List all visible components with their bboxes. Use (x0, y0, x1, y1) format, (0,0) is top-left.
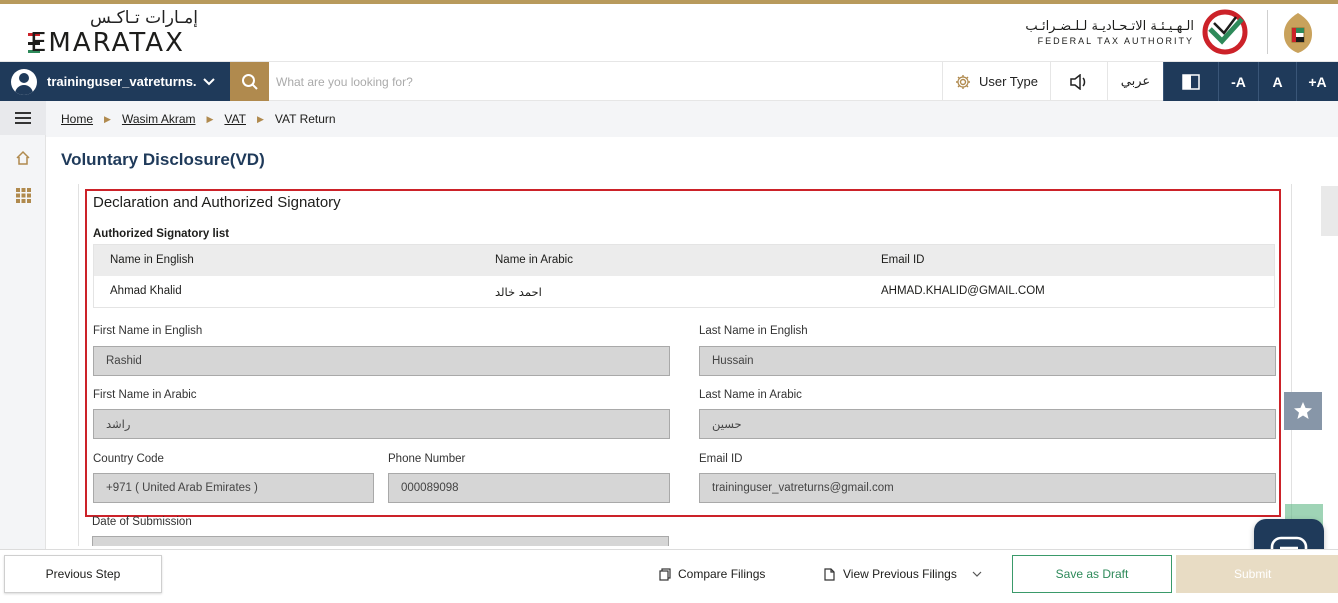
user-avatar-icon (11, 68, 37, 95)
favorite-button[interactable] (1284, 392, 1322, 430)
contrast-icon (1182, 73, 1200, 90)
top-toolbar: traininguser_vatreturns... User Type عرب… (0, 61, 1338, 101)
section-title: Declaration and Authorized Signatory (93, 194, 341, 211)
fta-name-arabic: الـهـيـئـة الاتـحـاديـة لـلـضـرائـب (1025, 18, 1194, 34)
last-name-arabic-field[interactable]: حسين (699, 409, 1276, 439)
date-of-submission-field[interactable] (92, 536, 669, 546)
grid-icon (15, 187, 31, 203)
first-name-arabic-field[interactable]: راشد (93, 409, 670, 439)
menu-toggle-button[interactable] (0, 101, 46, 135)
apps-nav-button[interactable] (0, 178, 46, 212)
search-input[interactable] (276, 68, 876, 96)
home-nav-button[interactable] (0, 141, 46, 175)
breadcrumb-account[interactable]: Wasim Akram (122, 112, 196, 126)
date-of-submission-label: Date of Submission (92, 516, 192, 528)
header-divider (1267, 10, 1268, 54)
first-name-arabic-label: First Name in Arabic (93, 389, 197, 401)
speaker-icon (1070, 73, 1086, 90)
site-header: إمـارات تـاكـس EMARATAX الـهـيـئـة الاتـ… (0, 4, 1338, 61)
declaration-section: Declaration and Authorized Signatory Aut… (85, 189, 1281, 517)
breadcrumb: Home ▶ Wasim Akram ▶ VAT ▶ VAT Return (46, 101, 1338, 137)
previous-step-button[interactable]: Previous Step (4, 555, 162, 593)
breadcrumb-separator-icon: ▶ (104, 113, 111, 124)
gear-icon (955, 74, 970, 89)
table-header: Name in English Name in Arabic Email ID (94, 245, 1274, 276)
chevron-down-icon (972, 571, 982, 577)
home-icon (16, 150, 30, 165)
scrollbar[interactable] (1321, 186, 1338, 236)
country-code-field[interactable]: +971 ( United Arab Emirates ) (93, 473, 374, 503)
phone-number-field[interactable]: 000089098 (388, 473, 670, 503)
cell-name-english: Ahmad Khalid (110, 285, 182, 297)
search-icon (241, 73, 258, 90)
breadcrumb-separator-icon: ▶ (256, 113, 264, 124)
compare-icon (659, 567, 671, 581)
email-id-field[interactable]: traininguser_vatreturns@gmail.com (699, 473, 1276, 503)
page-title: Voluntary Disclosure(VD) (61, 150, 265, 169)
first-name-english-label: First Name in English (93, 325, 203, 337)
user-type-label: User Type (978, 74, 1038, 89)
user-menu[interactable]: traininguser_vatreturns... (0, 62, 230, 101)
view-previous-filings-label: View Previous Filings (843, 567, 957, 581)
last-name-arabic-label: Last Name in Arabic (699, 389, 802, 401)
save-as-draft-button[interactable]: Save as Draft (1012, 555, 1172, 593)
column-header: Name in English (110, 254, 194, 266)
breadcrumb-home[interactable]: Home (61, 112, 93, 126)
phone-number-label: Phone Number (388, 453, 466, 465)
footer-action-bar: Previous Step Compare Filings View Previ… (0, 549, 1338, 603)
last-name-english-label: Last Name in English (699, 325, 808, 337)
column-header: Name in Arabic (495, 254, 573, 266)
first-name-english-field[interactable]: Rashid (93, 346, 670, 376)
submit-button[interactable]: Submit (1176, 555, 1338, 593)
hamburger-icon (15, 112, 31, 124)
emaratax-logo[interactable]: إمـارات تـاكـس EMARATAX (28, 6, 208, 58)
fta-logo: الـهـيـئـة الاتـحـاديـة لـلـضـرائـب FEDE… (1025, 8, 1248, 56)
signatory-table: Name in English Name in Arabic Email ID … (93, 244, 1275, 308)
fta-emblem-icon (1202, 9, 1248, 55)
star-icon (1294, 402, 1312, 419)
email-id-label: Email ID (699, 453, 743, 465)
breadcrumb-current: VAT Return (274, 112, 336, 126)
breadcrumb-separator-icon: ▶ (206, 113, 214, 124)
search-button[interactable] (230, 62, 269, 101)
column-header: Email ID (881, 254, 925, 266)
chevron-down-icon (203, 77, 215, 85)
brand-name-english: EMARATAX (30, 28, 185, 58)
left-sidebar (0, 101, 46, 549)
document-icon (824, 567, 835, 581)
language-toggle[interactable]: عربي (1107, 62, 1163, 101)
last-name-english-field[interactable]: Hussain (699, 346, 1276, 376)
audio-button[interactable] (1050, 62, 1107, 101)
brand-name-arabic: إمـارات تـاكـس (90, 8, 198, 28)
font-decrease-button[interactable]: -A (1218, 62, 1258, 101)
compare-filings-label: Compare Filings (678, 567, 766, 581)
font-normal-button[interactable]: A (1258, 62, 1296, 101)
breadcrumb-vat[interactable]: VAT (224, 112, 246, 126)
signatory-list-title: Authorized Signatory list (93, 228, 230, 240)
cell-name-arabic: احمد خالد (495, 285, 542, 299)
table-row[interactable]: Ahmad Khalid احمد خالد AHMAD.KHALID@GMAI… (94, 276, 1274, 307)
view-previous-filings-dropdown[interactable]: View Previous Filings (823, 562, 982, 586)
cell-email: AHMAD.KHALID@GMAIL.COM (881, 285, 1045, 297)
user-type-button[interactable]: User Type (942, 62, 1050, 101)
user-name: traininguser_vatreturns... (47, 74, 197, 89)
compare-filings-button[interactable]: Compare Filings (659, 562, 765, 586)
uae-emblem-icon (1284, 13, 1312, 53)
font-increase-button[interactable]: +A (1296, 62, 1338, 101)
country-code-label: Country Code (93, 453, 164, 465)
contrast-toggle[interactable] (1163, 62, 1218, 101)
fta-name-english: FEDERAL TAX AUTHORITY (1037, 35, 1194, 46)
